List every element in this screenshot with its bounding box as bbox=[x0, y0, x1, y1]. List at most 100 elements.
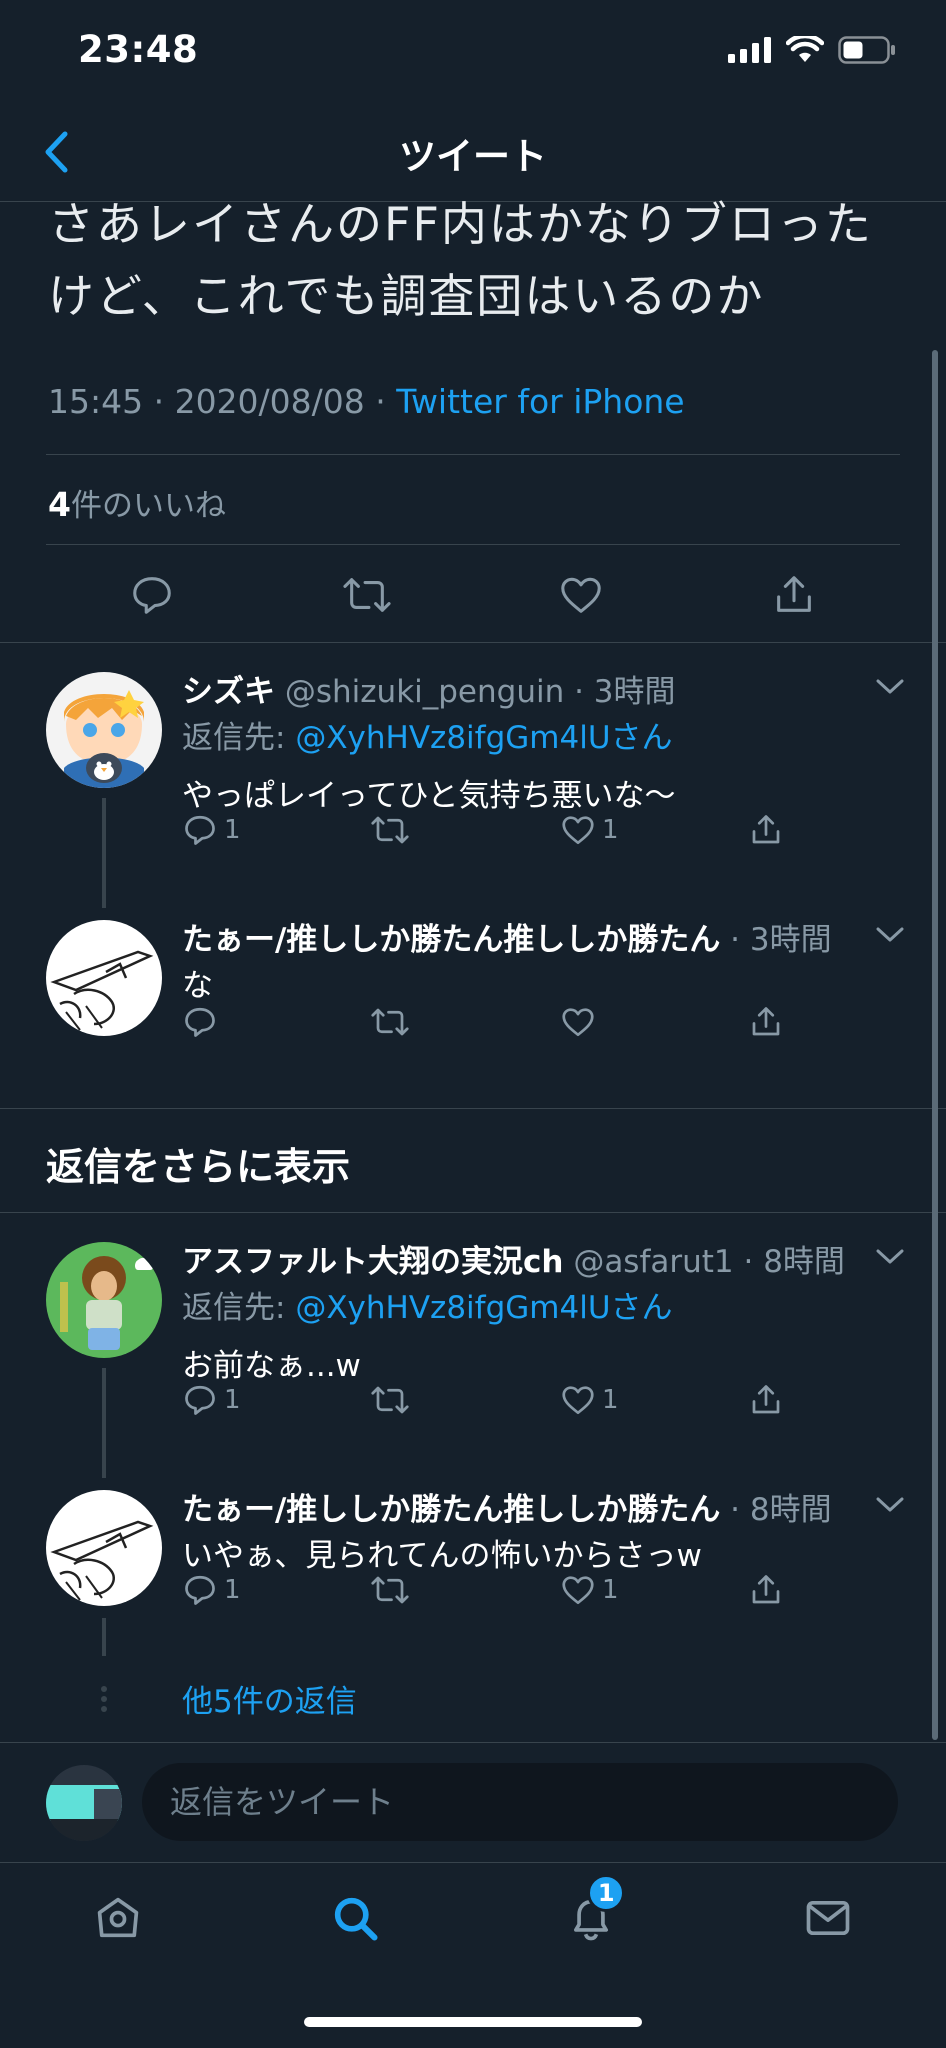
home-icon bbox=[97, 1897, 139, 1937]
share-icon bbox=[752, 1385, 780, 1414]
share-button[interactable] bbox=[748, 812, 784, 848]
scrollbar[interactable] bbox=[932, 350, 938, 1740]
reply-count: 1 bbox=[224, 1385, 241, 1415]
like-count: 1 bbox=[602, 815, 619, 845]
retweet-button[interactable] bbox=[370, 1004, 410, 1040]
divider bbox=[0, 642, 946, 643]
retweet-icon[interactable] bbox=[342, 572, 392, 618]
reply-header: アスファルト大翔の実況ch @asfarut1 · 8時間 bbox=[182, 1236, 845, 1281]
reply-text: な bbox=[182, 968, 213, 1004]
chevron-down-icon bbox=[876, 679, 904, 694]
divider bbox=[0, 1108, 946, 1109]
reply-time: · 3時間 bbox=[720, 922, 832, 958]
tweet-timestamp: 15:45 · 2020/08/08 · bbox=[48, 382, 397, 421]
tweet-source-link[interactable]: Twitter for iPhone bbox=[396, 382, 684, 421]
status-icons bbox=[728, 36, 896, 64]
like-count: 1 bbox=[602, 1385, 619, 1415]
like-button[interactable]: 1 bbox=[560, 1572, 619, 1608]
home-indicator bbox=[304, 2017, 642, 2027]
divider bbox=[46, 454, 900, 455]
like-button[interactable] bbox=[560, 1004, 596, 1040]
avatar[interactable] bbox=[46, 672, 162, 788]
reply-to-label: 返信先: bbox=[182, 720, 296, 756]
user-handle[interactable]: @asfarut1 bbox=[573, 1244, 733, 1280]
like-button[interactable]: 1 bbox=[560, 1382, 619, 1418]
avatar[interactable] bbox=[46, 1242, 162, 1358]
reply-header: シズキ @shizuki_penguin · 3時間 bbox=[182, 666, 676, 711]
reply-to: 返信先: @XyhHVz8ifgGm4lUさん bbox=[182, 712, 673, 757]
tweet-text: さあレイさんのFF内はかなりブロったけど、これでも調査団はいるのか bbox=[48, 197, 873, 323]
reply-button[interactable]: 1 bbox=[182, 1382, 241, 1418]
tweet-meta: 15:45 · 2020/08/08 · Twitter for iPhone bbox=[48, 382, 685, 421]
status-time: 23:48 bbox=[78, 28, 199, 71]
retweet-button[interactable] bbox=[370, 1382, 410, 1418]
tab-messages[interactable] bbox=[788, 1878, 868, 1958]
retweet-button[interactable] bbox=[370, 1572, 410, 1608]
divider bbox=[0, 1212, 946, 1213]
tab-notifications[interactable]: 1 bbox=[551, 1873, 631, 1958]
share-icon[interactable] bbox=[771, 572, 817, 618]
display-name[interactable]: たぁー/推ししか勝たん推ししか勝たん bbox=[182, 922, 720, 958]
battery-icon bbox=[838, 36, 895, 64]
reply-compose-input[interactable] bbox=[142, 1763, 898, 1841]
search-icon bbox=[334, 1897, 378, 1941]
tweet-action-bar bbox=[46, 560, 900, 630]
tweet-menu-button[interactable] bbox=[870, 672, 910, 702]
likes-label: 件のいいね bbox=[70, 488, 226, 524]
reply-button[interactable]: 1 bbox=[182, 812, 241, 848]
tab-home[interactable] bbox=[78, 1878, 158, 1958]
reply-button[interactable] bbox=[182, 1004, 218, 1040]
divider bbox=[46, 544, 900, 545]
reply-to: 返信先: @XyhHVz8ifgGm4lUさん bbox=[182, 1282, 673, 1327]
retweet-icon bbox=[371, 1386, 409, 1414]
reply-text: お前なぁ...w bbox=[182, 1348, 361, 1384]
likes-count[interactable]: 4件のいいね bbox=[48, 480, 226, 525]
section-title: 返信をさらに表示 bbox=[46, 1145, 351, 1189]
reply-text: やっぱレイってひと気持ち悪いな〜 bbox=[182, 778, 676, 814]
reply-time: · 3時間 bbox=[564, 674, 676, 710]
share-icon bbox=[752, 815, 780, 844]
like-icon bbox=[562, 816, 594, 845]
share-button[interactable] bbox=[748, 1004, 784, 1040]
mail-icon bbox=[806, 1900, 850, 1935]
display-name[interactable]: たぁー/推ししか勝たん推ししか勝たん bbox=[182, 1492, 720, 1528]
reply-button[interactable]: 1 bbox=[182, 1572, 241, 1608]
retweet-icon bbox=[371, 1576, 409, 1604]
user-handle[interactable]: @shizuki_penguin bbox=[285, 674, 564, 710]
chevron-down-icon bbox=[876, 927, 904, 942]
like-button[interactable]: 1 bbox=[560, 812, 619, 848]
reply-to-label: 返信先: bbox=[182, 1290, 296, 1326]
reply-header: たぁー/推ししか勝たん推ししか勝たん · 3時間 bbox=[182, 914, 832, 959]
divider bbox=[0, 1742, 946, 1743]
more-replies-link[interactable]: 他5件の返信 bbox=[182, 1676, 357, 1721]
display-name[interactable]: シズキ bbox=[182, 674, 275, 710]
retweet-icon bbox=[371, 816, 409, 844]
tweet-menu-button[interactable] bbox=[870, 1242, 910, 1272]
reply-to-handle[interactable]: @XyhHVz8ifgGm4lUさん bbox=[295, 720, 672, 756]
avatar[interactable] bbox=[46, 920, 162, 1036]
like-icon[interactable] bbox=[558, 572, 604, 618]
compose-avatar bbox=[46, 1765, 122, 1841]
tab-bar: 1 bbox=[0, 1862, 946, 1972]
reply-text: いやぁ、見られてんの怖いからさっw bbox=[182, 1538, 702, 1574]
thread-line bbox=[102, 798, 106, 908]
page-title: ツイート bbox=[399, 135, 547, 178]
reply-count: 1 bbox=[224, 1575, 241, 1605]
reply-time: · 8時間 bbox=[720, 1492, 832, 1528]
chevron-down-icon bbox=[876, 1497, 904, 1512]
avatar[interactable] bbox=[46, 1490, 162, 1606]
reply-icon bbox=[185, 815, 215, 845]
reply-icon bbox=[185, 1385, 215, 1415]
display-name[interactable]: アスファルト大翔の実況ch bbox=[182, 1244, 563, 1280]
wifi-icon bbox=[786, 36, 824, 62]
reply-to-handle[interactable]: @XyhHVz8ifgGm4lUさん bbox=[295, 1290, 672, 1326]
tab-search[interactable] bbox=[315, 1878, 395, 1958]
tweet-menu-button[interactable] bbox=[870, 1490, 910, 1520]
share-button[interactable] bbox=[748, 1382, 784, 1418]
like-icon bbox=[562, 1008, 594, 1037]
retweet-icon bbox=[371, 1008, 409, 1036]
retweet-button[interactable] bbox=[370, 812, 410, 848]
reply-icon[interactable] bbox=[129, 572, 175, 618]
tweet-menu-button[interactable] bbox=[870, 920, 910, 950]
share-button[interactable] bbox=[748, 1572, 784, 1608]
